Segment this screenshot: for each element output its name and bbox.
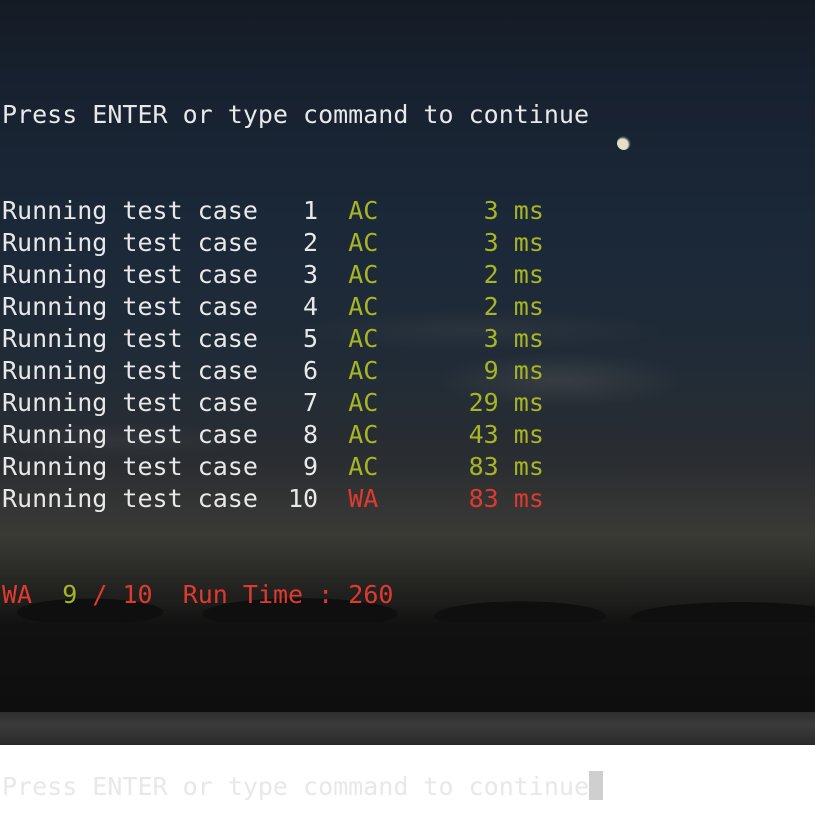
prompt-text: Press ENTER or type command to continue <box>2 100 589 129</box>
test-case-verdict: AC <box>348 196 379 225</box>
test-case-verdict: WA <box>348 484 379 513</box>
test-results: Running test case 1 AC 3 ms Running test … <box>2 195 603 515</box>
test-case-number: 6 <box>303 356 319 385</box>
test-case-label: Running test case <box>2 420 258 449</box>
test-case-row: Running test case 8 AC 43 ms <box>2 419 603 451</box>
test-case-unit: ms <box>513 452 544 481</box>
test-case-number: 8 <box>303 420 319 449</box>
test-case-number: 4 <box>303 292 319 321</box>
test-case-row: Running test case 6 AC 9 ms <box>2 355 603 387</box>
test-case-unit: ms <box>513 484 544 513</box>
test-case-time: 2 <box>483 292 499 321</box>
test-case-verdict: AC <box>348 292 379 321</box>
test-case-number: 10 <box>287 484 319 513</box>
test-case-label: Running test case <box>2 356 258 385</box>
test-case-label: Running test case <box>2 292 258 321</box>
prompt-line-bottom[interactable]: Press ENTER or type command to continue <box>2 771 603 803</box>
test-case-unit: ms <box>513 196 544 225</box>
test-case-number: 2 <box>303 228 319 257</box>
test-case-verdict: AC <box>348 388 379 417</box>
test-case-row: Running test case 9 AC 83 ms <box>2 451 603 483</box>
test-case-row: Running test case 4 AC 2 ms <box>2 291 603 323</box>
summary-total: 10 <box>122 580 153 609</box>
summary-passed: 9 <box>62 580 78 609</box>
test-case-number: 5 <box>303 324 319 353</box>
summary-verdict: WA <box>2 580 33 609</box>
test-case-unit: ms <box>513 292 544 321</box>
test-case-time: 29 <box>468 388 499 417</box>
test-case-label: Running test case <box>2 484 258 513</box>
test-case-label: Running test case <box>2 388 258 417</box>
test-case-number: 7 <box>303 388 319 417</box>
prompt-line-top: Press ENTER or type command to continue <box>2 99 603 131</box>
moon-icon <box>617 136 631 150</box>
test-case-number: 3 <box>303 260 319 289</box>
terminal-output[interactable]: Press ENTER or type command to continue … <box>2 35 603 835</box>
test-case-number: 1 <box>303 196 319 225</box>
test-case-number: 9 <box>303 452 319 481</box>
test-case-verdict: AC <box>348 420 379 449</box>
test-case-time: 3 <box>483 196 499 225</box>
test-case-label: Running test case <box>2 260 258 289</box>
test-case-time: 3 <box>483 324 499 353</box>
test-case-unit: ms <box>513 356 544 385</box>
summary-line: WA 9 / 10 Run Time : 260 <box>2 579 603 611</box>
test-case-time: 83 <box>468 452 499 481</box>
summary-runtime-label: Run Time : <box>182 580 334 609</box>
prompt-text: Press ENTER or type command to continue <box>2 772 589 801</box>
test-case-time: 83 <box>468 484 499 513</box>
test-case-row: Running test case 5 AC 3 ms <box>2 323 603 355</box>
summary-separator: / <box>92 580 108 609</box>
test-case-unit: ms <box>513 324 544 353</box>
test-case-row: Running test case 10 WA 83 ms <box>2 483 603 515</box>
test-case-row: Running test case 7 AC 29 ms <box>2 387 603 419</box>
test-case-verdict: AC <box>348 260 379 289</box>
test-case-verdict: AC <box>348 324 379 353</box>
test-case-verdict: AC <box>348 452 379 481</box>
test-case-unit: ms <box>513 388 544 417</box>
test-case-unit: ms <box>513 420 544 449</box>
terminal-cursor <box>589 771 603 800</box>
test-case-row: Running test case 3 AC 2 ms <box>2 259 603 291</box>
test-case-label: Running test case <box>2 452 258 481</box>
test-case-time: 2 <box>483 260 499 289</box>
test-case-unit: ms <box>513 260 544 289</box>
test-case-verdict: AC <box>348 228 379 257</box>
test-case-row: Running test case 1 AC 3 ms <box>2 195 603 227</box>
test-case-time: 3 <box>483 228 499 257</box>
test-case-time: 43 <box>468 420 499 449</box>
test-case-unit: ms <box>513 228 544 257</box>
test-case-time: 9 <box>483 356 499 385</box>
test-case-verdict: AC <box>348 356 379 385</box>
test-case-label: Running test case <box>2 228 258 257</box>
test-case-row: Running test case 2 AC 3 ms <box>2 227 603 259</box>
test-case-label: Running test case <box>2 196 258 225</box>
summary-runtime-value: 260 <box>348 580 394 609</box>
test-case-label: Running test case <box>2 324 258 353</box>
